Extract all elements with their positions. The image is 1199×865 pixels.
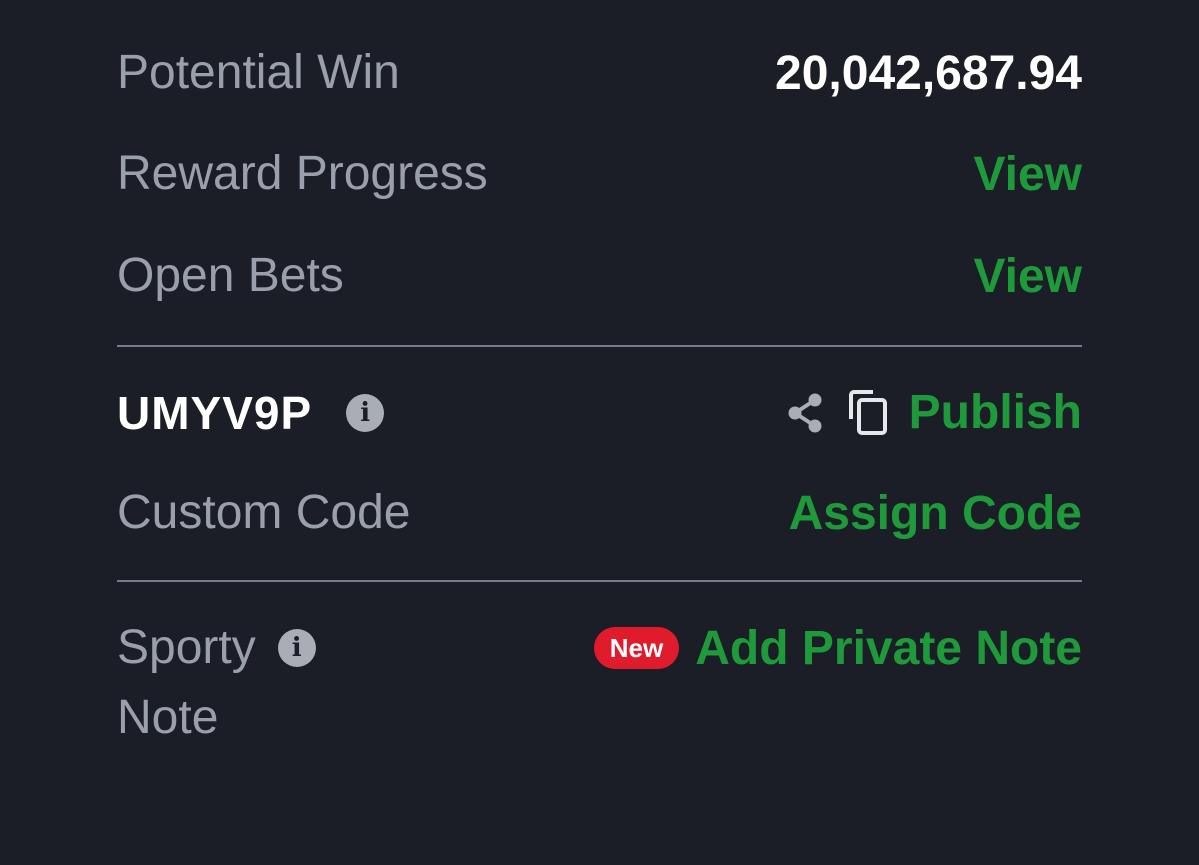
new-badge: New xyxy=(593,627,680,669)
open-bets-row: Open Bets View xyxy=(117,248,1082,304)
potential-win-label: Potential Win xyxy=(117,46,400,99)
reward-progress-view-link[interactable]: View xyxy=(973,147,1082,202)
custom-code-row: Custom Code Assign Code xyxy=(117,485,1082,541)
share-icon[interactable] xyxy=(785,391,825,435)
booking-actions: Publish xyxy=(785,385,1082,440)
open-bets-view-link[interactable]: View xyxy=(973,249,1082,304)
info-icon[interactable]: i xyxy=(346,393,385,432)
sporty-note-label-group: Sporty i Note xyxy=(117,620,316,746)
reward-progress-label: Reward Progress xyxy=(117,147,488,200)
section-divider xyxy=(117,345,1082,347)
booking-code-group: UMYV9P i xyxy=(117,386,385,440)
potential-win-row: Potential Win 20,042,687.94 xyxy=(117,45,1082,101)
info-icon[interactable]: i xyxy=(277,629,316,667)
booking-code-row: UMYV9P i Publish xyxy=(117,385,1082,440)
bet-summary-panel: Potential Win 20,042,687.94 Reward Progr… xyxy=(117,0,1082,865)
section-divider xyxy=(117,580,1082,582)
add-note-actions: New Add Private Note xyxy=(593,620,1082,676)
publish-button[interactable]: Publish xyxy=(909,385,1082,440)
sporty-note-label-line1: Sporty xyxy=(117,621,256,674)
booking-code: UMYV9P xyxy=(117,386,313,439)
add-private-note-button[interactable]: Add Private Note xyxy=(695,621,1082,676)
sporty-note-label-line2: Note xyxy=(117,691,219,744)
potential-win-value: 20,042,687.94 xyxy=(775,46,1082,100)
reward-progress-row: Reward Progress View xyxy=(117,146,1082,202)
custom-code-label: Custom Code xyxy=(117,486,411,539)
open-bets-label: Open Bets xyxy=(117,249,344,302)
copy-icon[interactable] xyxy=(847,389,889,437)
assign-code-button[interactable]: Assign Code xyxy=(789,486,1082,541)
